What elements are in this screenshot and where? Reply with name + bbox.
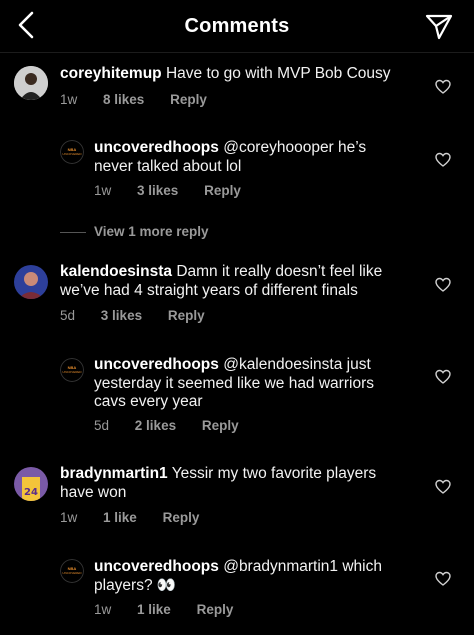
comment-meta: 1w 8 likes Reply bbox=[60, 92, 229, 107]
comment-time: 1w bbox=[60, 92, 78, 107]
comment-username[interactable]: bradynmartin1 bbox=[60, 465, 168, 482]
view-more-label: View 1 more reply bbox=[94, 224, 209, 239]
person-photo-icon bbox=[14, 66, 48, 100]
like-button[interactable] bbox=[435, 369, 451, 385]
comment: 24 bradynmartin1 Yessir my two favorite … bbox=[0, 463, 474, 533]
page-title: Comments bbox=[184, 15, 290, 37]
uncoveredhoops-logo: NBA UNCOVERED bbox=[60, 559, 84, 583]
reply-button[interactable]: Reply bbox=[170, 92, 207, 107]
comment-meta: 5d 3 likes Reply bbox=[60, 308, 227, 323]
heart-icon bbox=[435, 369, 451, 384]
heart-icon bbox=[435, 479, 451, 494]
reply-button[interactable]: Reply bbox=[197, 602, 234, 617]
comment-text: uncoveredhoops @bradynmartin1 which play… bbox=[94, 558, 404, 595]
likes-count[interactable]: 3 likes bbox=[137, 183, 178, 198]
likes-count[interactable]: 2 likes bbox=[135, 418, 176, 433]
comment-meta: 1w 1 like Reply bbox=[60, 510, 221, 525]
top-bar: Comments bbox=[0, 0, 474, 53]
heart-icon bbox=[435, 79, 451, 94]
reply-button[interactable]: Reply bbox=[163, 510, 200, 525]
avatar[interactable]: NBA UNCOVERED bbox=[60, 559, 84, 583]
avatar[interactable]: NBA UNCOVERED bbox=[60, 140, 84, 164]
avatar[interactable]: NBA UNCOVERED bbox=[60, 358, 84, 382]
avatar[interactable] bbox=[14, 265, 48, 299]
comment-body: Have to go with MVP Bob Cousy bbox=[165, 65, 391, 82]
avatar[interactable] bbox=[14, 66, 48, 100]
uncoveredhoops-logo: NBA UNCOVERED bbox=[60, 140, 84, 164]
comment: kalendoesinsta Damn it really doesn’t fe… bbox=[0, 260, 474, 330]
like-button[interactable] bbox=[435, 479, 451, 495]
comment-username[interactable]: coreyhitemup bbox=[60, 65, 162, 82]
comment-meta: 1w 3 likes Reply bbox=[94, 183, 263, 198]
comment-username[interactable]: uncoveredhoops bbox=[94, 558, 219, 575]
likes-count[interactable]: 1 like bbox=[103, 510, 137, 525]
heart-icon bbox=[435, 152, 451, 167]
reply-button[interactable]: Reply bbox=[168, 308, 205, 323]
heart-icon bbox=[435, 571, 451, 586]
jersey-photo-icon: 24 bbox=[14, 467, 48, 501]
comment-text: kalendoesinsta Damn it really doesn’t fe… bbox=[60, 263, 410, 300]
comment-time: 5d bbox=[60, 308, 76, 323]
like-button[interactable] bbox=[435, 152, 451, 168]
comment-text: uncoveredhoops @kalendoesinsta just yest… bbox=[94, 356, 404, 412]
portrait-icon bbox=[14, 265, 48, 299]
divider-line bbox=[60, 231, 86, 233]
like-button[interactable] bbox=[435, 277, 451, 293]
likes-count[interactable]: 3 likes bbox=[101, 308, 142, 323]
reply-button[interactable]: Reply bbox=[204, 183, 241, 198]
paper-plane-icon bbox=[425, 14, 453, 40]
comment-text: bradynmartin1 Yessir my two favorite pla… bbox=[60, 465, 400, 502]
reply-comment: NBA UNCOVERED uncoveredhoops @bradynmarti… bbox=[0, 556, 474, 626]
comment-time: 1w bbox=[60, 510, 78, 525]
avatar[interactable]: 24 bbox=[14, 467, 48, 501]
view-more-replies[interactable]: View 1 more reply bbox=[60, 224, 209, 240]
uncoveredhoops-logo: NBA UNCOVERED bbox=[60, 358, 84, 382]
like-button[interactable] bbox=[435, 79, 451, 95]
reply-comment: NBA UNCOVERED uncoveredhoops @coreyhooope… bbox=[0, 136, 474, 202]
comment-username[interactable]: kalendoesinsta bbox=[60, 263, 172, 280]
comment-time: 1w bbox=[94, 602, 112, 617]
comment-text: coreyhitemup Have to go with MVP Bob Cou… bbox=[60, 65, 420, 84]
comment-username[interactable]: uncoveredhoops bbox=[94, 356, 219, 373]
comment-meta: 1w 1 like Reply bbox=[94, 602, 255, 617]
share-button[interactable] bbox=[424, 12, 454, 40]
likes-count[interactable]: 1 like bbox=[137, 602, 171, 617]
heart-icon bbox=[435, 277, 451, 292]
comment: coreyhitemup Have to go with MVP Bob Cou… bbox=[0, 60, 474, 115]
like-button[interactable] bbox=[435, 571, 451, 587]
comment-username[interactable]: uncoveredhoops bbox=[94, 139, 219, 156]
reply-comment: NBA UNCOVERED uncoveredhoops @kalendoesin… bbox=[0, 354, 474, 438]
comment-time: 1w bbox=[94, 183, 112, 198]
svg-text:24: 24 bbox=[24, 487, 38, 498]
likes-count[interactable]: 8 likes bbox=[103, 92, 144, 107]
comment-time: 5d bbox=[94, 418, 110, 433]
comment-meta: 5d 2 likes Reply bbox=[94, 418, 261, 433]
comment-text: uncoveredhoops @coreyhoooper he’s never … bbox=[94, 139, 404, 176]
reply-button[interactable]: Reply bbox=[202, 418, 239, 433]
